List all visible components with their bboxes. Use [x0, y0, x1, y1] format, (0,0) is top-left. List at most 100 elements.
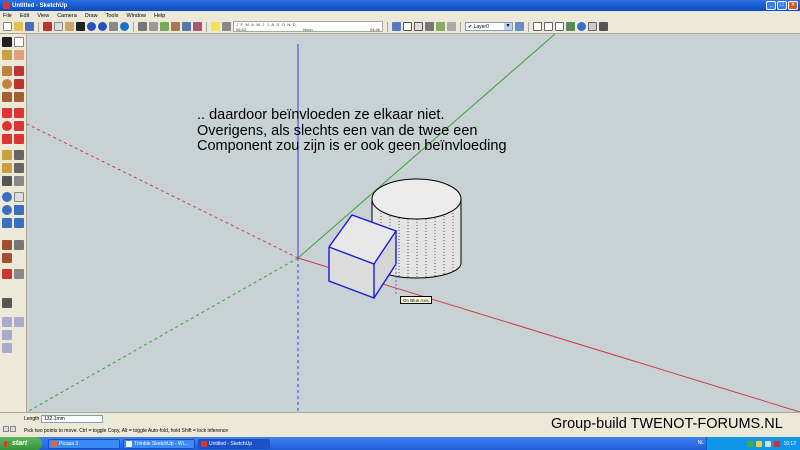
taskbar-item-browser[interactable]: Trimble SketchUp - Wi... [123, 438, 195, 449]
menu-camera[interactable]: Camera [57, 13, 77, 19]
close-button[interactable]: × [788, 1, 798, 10]
network-icon[interactable] [747, 440, 754, 447]
start-button[interactable]: start [0, 437, 42, 450]
scale-tool-icon[interactable] [2, 134, 12, 144]
monochrome-icon[interactable] [447, 22, 456, 31]
length-input[interactable]: 132.1mm [41, 415, 103, 423]
menu-draw[interactable]: Draw [85, 13, 98, 19]
shaded-texture-icon[interactable] [436, 22, 445, 31]
volume-icon[interactable] [765, 440, 772, 447]
protractor-icon[interactable] [2, 163, 12, 173]
line-tool-icon[interactable] [14, 66, 24, 76]
circle-tool-icon[interactable] [2, 79, 12, 89]
paint-bucket-icon[interactable] [14, 50, 24, 60]
fog-icon[interactable] [222, 22, 231, 31]
start-label: start [12, 440, 28, 447]
sandbox-icon[interactable] [2, 317, 12, 327]
wireframe-icon[interactable] [403, 22, 412, 31]
look-around-icon[interactable] [2, 253, 12, 263]
layer-manager-icon[interactable] [515, 22, 524, 31]
back-view-icon[interactable] [182, 22, 191, 31]
menu-file[interactable]: File [3, 13, 12, 19]
walk-tool-icon[interactable] [14, 240, 24, 250]
open-folder-icon[interactable] [14, 22, 23, 31]
security-icon[interactable] [756, 440, 763, 447]
menu-view[interactable]: View [37, 13, 49, 19]
component-icon[interactable] [544, 22, 553, 31]
freehand-tool-icon[interactable] [14, 92, 24, 102]
tape-measure-icon[interactable] [2, 150, 12, 160]
new-file-icon[interactable] [3, 22, 12, 31]
copy-icon[interactable] [54, 22, 63, 31]
model-viewport[interactable]: .. daardoor beïnvloeden ze elkaar niet. … [27, 34, 800, 412]
text-tool-icon[interactable] [14, 163, 24, 173]
google-earth-icon[interactable] [2, 298, 12, 308]
zoom-window-icon[interactable] [14, 205, 24, 215]
sandbox-contours-icon[interactable] [14, 317, 24, 327]
sandbox-smoove-icon[interactable] [2, 330, 12, 340]
shadow-settings-slider[interactable]: J F M A M J J A S O N D 06:43 Noon 04:46 [233, 21, 383, 32]
menu-help[interactable]: Help [154, 13, 165, 19]
position-camera-icon[interactable] [2, 240, 12, 250]
share-model-icon[interactable] [599, 22, 608, 31]
credits-icon[interactable] [10, 426, 16, 432]
right-view-icon[interactable] [171, 22, 180, 31]
orbit-tool-icon[interactable] [2, 192, 12, 202]
pan-tool-icon[interactable] [14, 192, 24, 202]
push-pull-icon[interactable] [14, 108, 24, 118]
left-view-icon[interactable] [193, 22, 202, 31]
taskbar-item-sketchup[interactable]: Untitled - SketchUp [198, 438, 270, 449]
scene-svg [27, 34, 800, 412]
taskbar-item-picasa[interactable]: Picasa 3 [48, 438, 120, 449]
select-icon[interactable] [533, 22, 542, 31]
shadows-icon[interactable] [211, 22, 220, 31]
follow-me-icon[interactable] [14, 121, 24, 131]
move-tool-icon[interactable] [2, 108, 12, 118]
minimize-button[interactable]: _ [766, 1, 776, 10]
chevron-down-icon[interactable]: ▼ [504, 23, 512, 30]
rotate-tool-icon[interactable] [2, 121, 12, 131]
select-tool-icon[interactable] [2, 37, 12, 47]
menu-edit[interactable]: Edit [20, 13, 29, 19]
layer-select[interactable]: ✔ Layer0 ▼ [465, 22, 513, 31]
3d-text-icon[interactable] [14, 176, 24, 186]
previous-view-icon[interactable] [14, 218, 24, 228]
save-icon[interactable] [25, 22, 34, 31]
rectangle-tool-icon[interactable] [2, 66, 12, 76]
eraser-tool-icon[interactable] [14, 37, 24, 47]
warehouse-icon[interactable] [588, 22, 597, 31]
dimension-tool-icon[interactable] [14, 150, 24, 160]
menu-tools[interactable]: Tools [106, 13, 119, 19]
erase-icon[interactable] [76, 22, 85, 31]
section-cut-icon[interactable] [14, 269, 24, 279]
language-indicator[interactable]: NL [698, 440, 704, 446]
menu-window[interactable]: Window [126, 13, 146, 19]
model-info-icon[interactable] [120, 22, 129, 31]
zoom-extents-icon[interactable] [2, 218, 12, 228]
maximize-button[interactable]: □ [777, 1, 787, 10]
redo-icon[interactable] [98, 22, 107, 31]
undo-icon[interactable] [87, 22, 96, 31]
axes-tool-icon[interactable] [2, 176, 12, 186]
section-plane-icon[interactable] [566, 22, 575, 31]
top-view-icon[interactable] [149, 22, 158, 31]
polygon-tool-icon[interactable] [2, 92, 12, 102]
offset-tool-icon[interactable] [14, 134, 24, 144]
orbit-icon[interactable] [577, 22, 586, 31]
print-icon[interactable] [109, 22, 118, 31]
cut-icon[interactable] [43, 22, 52, 31]
antivirus-icon[interactable] [774, 440, 781, 447]
xray-icon[interactable] [392, 22, 401, 31]
shaded-icon[interactable] [425, 22, 434, 31]
section-plane-tool-icon[interactable] [2, 269, 12, 279]
geo-location-icon[interactable] [3, 426, 9, 432]
iso-view-icon[interactable] [138, 22, 147, 31]
hidden-line-icon[interactable] [414, 22, 423, 31]
component-tool-icon[interactable] [2, 50, 12, 60]
paint-icon[interactable] [555, 22, 564, 31]
sandbox-stamp-icon[interactable] [2, 343, 12, 353]
front-view-icon[interactable] [160, 22, 169, 31]
paste-icon[interactable] [65, 22, 74, 31]
arc-tool-icon[interactable] [14, 79, 24, 89]
zoom-tool-icon[interactable] [2, 205, 12, 215]
